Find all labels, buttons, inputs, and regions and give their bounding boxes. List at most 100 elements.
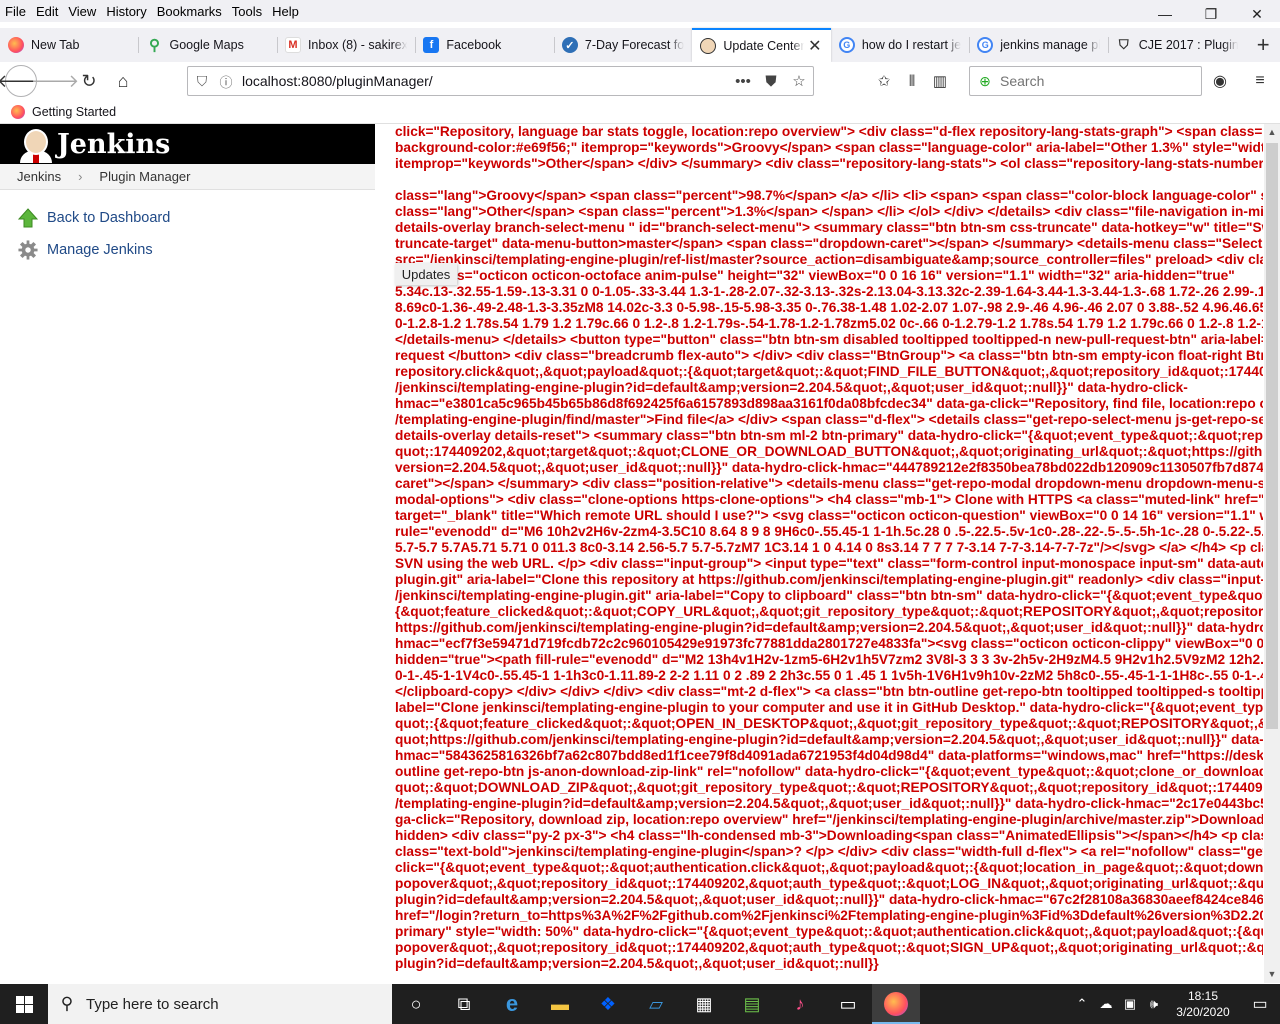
tab-update-center[interactable]: Update Center ✕: [692, 28, 831, 62]
search-box[interactable]: ⊕ Search: [969, 66, 1202, 96]
code-line: hmac="5843625816326bf7a62c807bdd8ed1f1ce…: [395, 748, 1263, 763]
task-manage-jenkins[interactable]: Manage Jenkins: [18, 240, 153, 260]
home-button[interactable]: ⌂: [107, 65, 139, 97]
menu-tools[interactable]: Tools: [227, 4, 267, 19]
breadcrumb: Jenkins › Plugin Manager: [0, 164, 375, 190]
tab-facebook[interactable]: f Facebook: [415, 28, 553, 62]
tab-label: jenkins manage pl: [1000, 38, 1100, 52]
tab-weather[interactable]: ✓ 7-Day Forecast for: [553, 28, 692, 62]
tab-google-restart[interactable]: G how do I restart je: [831, 28, 969, 62]
firefox-taskbar-icon[interactable]: [872, 984, 920, 1024]
scrollbar-thumb[interactable]: [1266, 143, 1278, 729]
tab-gmail[interactable]: M Inbox (8) - sakirex: [276, 28, 415, 62]
code-line: caret"></span> </summary> <div class="po…: [395, 476, 1263, 491]
code-line: popover&quot;,&quot;repository_id&quot;:…: [395, 876, 1263, 891]
mail-app-icon[interactable]: ▱: [632, 984, 680, 1024]
tab-google-maps[interactable]: ⚲ Google Maps: [138, 28, 276, 62]
code-line: quot;https://github.com/jenkinsci/templa…: [395, 732, 1263, 747]
spreadsheet-icon[interactable]: ▤: [728, 984, 776, 1024]
forward-button[interactable]: 🡒: [31, 65, 79, 97]
code-line: outline get-repo-btn js-anon-download-zi…: [395, 764, 1263, 779]
code-line: request </button> <div class="breadcrumb…: [395, 348, 1263, 363]
network-icon[interactable]: ▣: [1118, 996, 1142, 1012]
code-line: itemprop="keywords">Other</span> </div> …: [395, 156, 1263, 171]
task-back-to-dashboard[interactable]: Back to Dashboard: [18, 208, 170, 228]
site-info-icon[interactable]: ⓘ: [216, 72, 236, 91]
code-line: /templating-engine-plugin?id=default&amp…: [395, 796, 1263, 811]
breadcrumb-plugin-manager[interactable]: Plugin Manager: [82, 169, 207, 184]
code-line: plugin?id=default&amp;version=2.204.5&qu…: [395, 892, 1263, 907]
pocket-icon[interactable]: ⛊: [757, 73, 785, 90]
clock[interactable]: 18:15 3/20/2020: [1166, 988, 1240, 1020]
hamburger-menu-icon[interactable]: ≡: [1246, 68, 1274, 94]
code-line: 0-1-.45-1-1V4c0-.55.45-1 1-1h3c0-1.11.89…: [395, 668, 1263, 683]
search-placeholder: Search: [1000, 73, 1045, 89]
notifications-icon[interactable]: ▭: [1240, 994, 1280, 1014]
menu-file[interactable]: File: [0, 4, 31, 19]
minimize-button[interactable]: —: [1142, 0, 1188, 28]
terminal-icon[interactable]: ▭: [824, 984, 872, 1024]
library-icon[interactable]: ⫴: [898, 68, 926, 94]
music-player-icon[interactable]: ♪: [776, 984, 824, 1024]
tab-new-tab[interactable]: New Tab: [0, 28, 138, 62]
task-view-icon[interactable]: ⧉: [440, 984, 488, 1024]
jenkins-logo-icon[interactable]: [17, 125, 55, 163]
tab-cje-plugins[interactable]: ⛉ CJE 2017 : Plugins: [1107, 28, 1246, 62]
code-line: href="/login?return_to=https%3A%2F%2Fgit…: [395, 908, 1263, 923]
volume-icon[interactable]: 🕪: [1142, 996, 1166, 1012]
cloudbees-icon: ⛉: [1118, 37, 1129, 52]
tab-google-manage[interactable]: G jenkins manage pl: [969, 28, 1107, 62]
code-line: <svg class="octicon octicon-octoface ani…: [395, 268, 1235, 283]
chevron-up-icon[interactable]: ⌃: [1070, 996, 1094, 1012]
taskbar-search-placeholder: Type here to search: [86, 995, 219, 1013]
bookmark-getting-started[interactable]: Getting Started: [11, 104, 116, 119]
scroll-down-arrow-icon[interactable]: ▼: [1264, 966, 1280, 983]
code-line: repository.click&quot;,&quot;payload&quo…: [395, 364, 1263, 379]
restore-button[interactable]: ❐: [1188, 0, 1234, 28]
menu-edit[interactable]: Edit: [31, 4, 63, 19]
windows-taskbar: ⚲ Type here to search ○ ⧉ e ▬ ❖ ▱ ▦ ▤ ♪ …: [0, 984, 1280, 1024]
new-tab-button[interactable]: +: [1246, 28, 1280, 62]
scroll-up-arrow-icon[interactable]: ▲: [1264, 124, 1280, 141]
task-label: Back to Dashboard: [47, 210, 171, 226]
code-line: click="{&quot;event_type&quot;:&quot;aut…: [395, 860, 1263, 875]
dropbox-icon[interactable]: ❖: [584, 984, 632, 1024]
tab-label: Update Center: [723, 39, 804, 53]
menu-bookmarks[interactable]: Bookmarks: [152, 4, 227, 19]
close-tab-icon[interactable]: ✕: [807, 36, 823, 56]
menu-view[interactable]: View: [63, 4, 101, 19]
gear-icon: [18, 240, 38, 260]
code-line: background-color:#e69f56;" itemprop="key…: [395, 140, 1263, 155]
onedrive-icon[interactable]: ☁: [1094, 996, 1118, 1012]
reload-icon: ↻: [81, 70, 97, 91]
raw-html-dump: click="Repository, language bar stats to…: [395, 124, 1263, 983]
close-window-button[interactable]: ✕: [1234, 0, 1280, 28]
account-icon[interactable]: ◉: [1206, 68, 1234, 94]
page-actions-icon[interactable]: •••: [729, 73, 757, 90]
cortana-icon[interactable]: ○: [392, 984, 440, 1024]
breadcrumb-jenkins[interactable]: Jenkins: [0, 169, 78, 184]
file-explorer-icon[interactable]: ▬: [536, 984, 584, 1024]
calculator-icon[interactable]: ▦: [680, 984, 728, 1024]
edge-icon[interactable]: e: [488, 984, 536, 1024]
code-line: plugin.git" aria-label="Clone this repos…: [395, 572, 1263, 587]
url-bar[interactable]: ⛉ ⓘ localhost:8080/pluginManager/ ••• ⛊ …: [187, 66, 814, 96]
code-line: hidden="true"><path fill-rule="evenodd" …: [395, 652, 1263, 667]
code-line: class="lang">Other</span> <span class="p…: [395, 204, 1263, 219]
start-button[interactable]: [0, 984, 48, 1024]
sidebar-icon[interactable]: ▥: [926, 68, 954, 94]
jenkins-title[interactable]: Jenkins: [57, 129, 170, 160]
url-text[interactable]: localhost:8080/pluginManager/: [242, 73, 729, 89]
bookmarks-menu-icon[interactable]: ✩: [870, 68, 898, 94]
menu-help[interactable]: Help: [267, 4, 304, 19]
reload-button[interactable]: ↻: [73, 65, 105, 97]
vertical-scrollbar[interactable]: ▲ ▼: [1264, 124, 1280, 983]
menu-history[interactable]: History: [101, 4, 151, 19]
bookmarks-toolbar: Getting Started: [0, 100, 1280, 124]
code-line: 5.7-5.7 5.7A5.71 5.71 0 011.3 8c0-3.14 2…: [395, 540, 1263, 555]
bookmark-star-icon[interactable]: ☆: [785, 72, 813, 90]
gmail-icon: M: [284, 37, 301, 53]
search-icon: ⊕: [979, 72, 991, 89]
taskbar-search[interactable]: ⚲ Type here to search: [48, 984, 392, 1024]
tracking-shield-icon[interactable]: ⛉: [188, 73, 216, 90]
